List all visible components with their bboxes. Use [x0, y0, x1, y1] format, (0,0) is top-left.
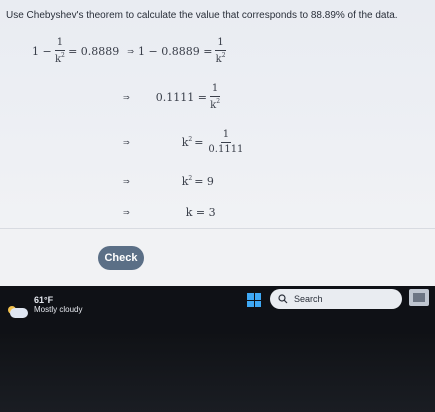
solution-step-5: ⇒ k = 3 — [123, 206, 216, 219]
taskbar-app-icon[interactable] — [409, 289, 429, 306]
step1-fraction: 1 k2 — [54, 38, 66, 65]
step3-fraction: 1 0.1111 — [208, 129, 244, 155]
step1-frac-num: 1 — [54, 38, 66, 51]
monitor-bezel — [0, 334, 435, 412]
solution-step-3: ⇒ k2 = 1 0.1111 — [123, 130, 246, 155]
implies-arrow-5: ⇒ — [123, 208, 130, 217]
step3-k: k2 — [181, 136, 193, 149]
weather-widget[interactable]: 61°F Mostly cloudy — [8, 295, 83, 320]
step4-k: k2 — [181, 175, 193, 188]
solution-step-4: ⇒ k2 = 9 — [123, 175, 214, 188]
implies-arrow-3: ⇒ — [123, 138, 130, 147]
step4-eq: = 9 — [194, 175, 214, 188]
implies-arrow-4: ⇒ — [123, 177, 130, 186]
implies-arrow-1: ⇒ — [127, 47, 134, 56]
taskbar-search-box[interactable]: Search — [270, 289, 402, 309]
screen: Use Chebyshev's theorem to calculate the… — [0, 0, 435, 412]
step2-fraction: 1 k2 — [209, 83, 221, 111]
weather-condition: Mostly cloudy — [34, 304, 83, 314]
step1-frac-den: k2 — [54, 52, 65, 65]
check-button[interactable]: Check — [98, 246, 144, 270]
search-icon — [278, 294, 288, 304]
step5-result: k = 3 — [185, 206, 216, 219]
step1-mid: 1 − 0.8889 = — [138, 45, 213, 58]
step1-lhs: 1 − — [32, 45, 52, 58]
search-label: Search — [294, 294, 323, 304]
step2-left: 0.1111 = — [155, 91, 207, 104]
partly-cloudy-icon — [8, 306, 30, 320]
windows-start-icon[interactable] — [247, 293, 261, 307]
solution-step-1: 1 − 1 k2 = 0.8889 ⇒ 1 − 0.8889 = 1 k2 — [32, 38, 229, 65]
step1-rhs-fraction: 1 k2 — [215, 37, 226, 65]
step1-eq: = 0.8889 — [68, 45, 120, 58]
step3-eq: = — [194, 136, 204, 149]
content-page: Use Chebyshev's theorem to calculate the… — [0, 0, 435, 287]
button-band — [0, 228, 435, 287]
solution-step-2: ⇒ 0.1111 = 1 k2 — [123, 84, 223, 111]
question-text: Use Chebyshev's theorem to calculate the… — [6, 10, 398, 21]
implies-arrow-2: ⇒ — [123, 93, 130, 102]
